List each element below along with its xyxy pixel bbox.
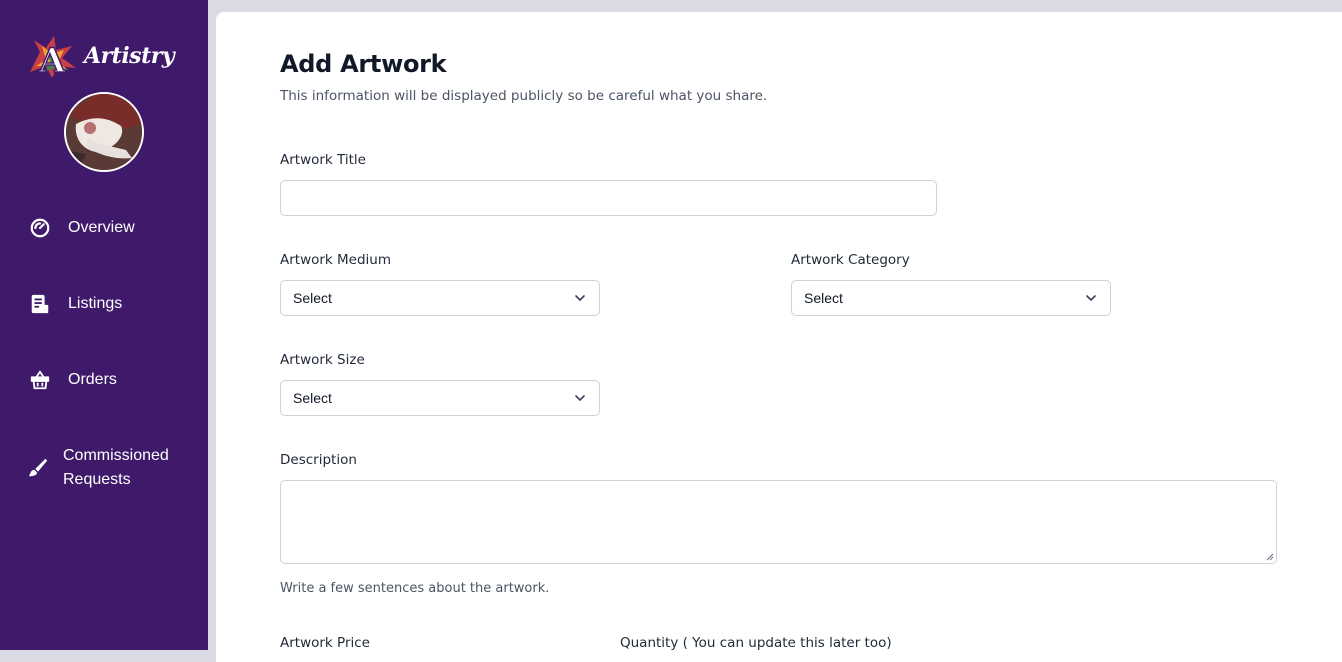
description-label: Description [280,452,357,468]
sidebar-item-listings[interactable]: Listings [28,292,122,316]
chevron-down-icon [575,295,585,302]
artwork-title-input[interactable] [280,180,937,216]
chevron-down-icon [1086,295,1096,302]
sidebar-item-orders[interactable]: Orders [28,368,117,392]
artwork-title-label: Artwork Title [280,152,366,168]
artwork-medium-select[interactable]: Select [280,280,600,316]
chevron-down-icon [575,395,585,402]
main-panel: Add Artwork This information will be dis… [216,12,1342,662]
brush-icon [26,456,50,480]
artwork-price-label: Artwork Price [280,635,370,651]
avatar[interactable] [64,92,144,172]
sidebar-item-commissioned-requests[interactable]: Commissioned Requests [26,444,169,492]
logo-icon: A [24,32,82,82]
artwork-category-label: Artwork Category [791,252,910,268]
sidebar-item-label: Listings [68,295,123,312]
sidebar-item-label: Overview [68,219,135,236]
gauge-icon [28,216,52,240]
select-value: Select [804,290,843,306]
app-logo[interactable]: A Artistry [24,32,175,82]
description-help-text: Write a few sentences about the artwork. [280,581,550,596]
quantity-label: Quantity ( You can update this later too… [620,635,892,651]
artwork-size-select[interactable]: Select [280,380,600,416]
artwork-size-label: Artwork Size [280,352,365,368]
description-textarea[interactable] [280,480,1277,564]
sidebar-item-overview[interactable]: Overview [28,216,135,240]
artwork-medium-label: Artwork Medium [280,252,392,268]
svg-text:A: A [38,41,66,80]
sidebar-item-label: Orders [68,371,117,388]
document-icon [28,292,52,316]
sidebar-item-label: Commissioned Requests [63,447,169,488]
artwork-category-select[interactable]: Select [791,280,1111,316]
select-value: Select [293,390,332,406]
sidebar: A Artistry Overview Listings Orders Comm… [0,0,208,650]
basket-icon [28,368,52,392]
select-value: Select [293,290,332,306]
resize-handle-icon[interactable] [1266,553,1274,561]
app-name: Artistry [84,43,175,69]
page-title: Add Artwork [280,50,447,78]
page-subtitle: This information will be displayed publi… [280,88,768,104]
